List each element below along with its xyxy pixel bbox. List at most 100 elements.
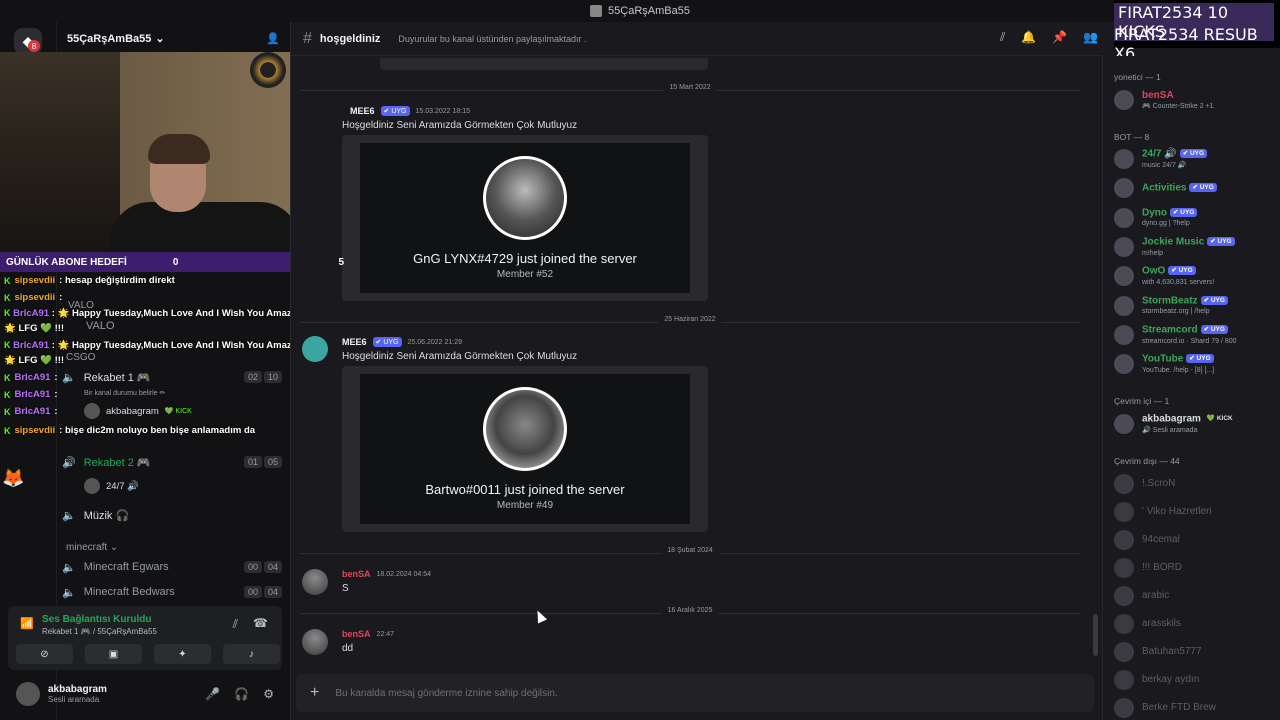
member-row[interactable]: arasskils xyxy=(1114,612,1181,636)
member-activity: m!help xyxy=(1142,249,1164,257)
mic-icon[interactable]: 🎤 xyxy=(205,687,220,701)
soundboard-button[interactable]: ♪ xyxy=(223,644,280,664)
member-row[interactable]: YouTube ✔ UYG YouTube. /help - [8] [...] xyxy=(1114,352,1214,376)
camera-button[interactable]: ⊘ xyxy=(16,644,73,664)
message-author[interactable]: benSA xyxy=(342,569,371,579)
chat-username: BrIcA91 xyxy=(14,372,51,383)
app-tag: ✔ UYG xyxy=(380,106,410,116)
category-minecraft[interactable]: minecraft ⌄ xyxy=(66,542,118,553)
message-author[interactable]: MEE6 xyxy=(350,106,375,116)
settings-gear-icon[interactable]: ⚙ xyxy=(263,687,274,701)
member-row[interactable]: OwO ✔ UYG with 4,630,831 servers! xyxy=(1114,264,1214,288)
section-offline: Çevrim dışı — 44 xyxy=(1114,456,1180,466)
speaker-icon: 🔈 xyxy=(62,509,76,522)
channel-status[interactable]: Bir kanal durumu belirle ✏ xyxy=(84,384,165,402)
user-avatar[interactable] xyxy=(16,682,40,706)
goal-current: 0 xyxy=(172,256,179,268)
members-icon[interactable]: 👥 xyxy=(1083,30,1098,45)
activities-button[interactable]: ✦ xyxy=(154,644,211,664)
member-row[interactable]: 24/7 🔊 ✔ UYG music 24/7 🔊 xyxy=(1114,147,1208,171)
member-tag: ✔ UYG xyxy=(1189,182,1217,192)
user-status: Sesli aramada xyxy=(48,695,100,704)
user-avatar[interactable] xyxy=(302,569,328,595)
voice-connection-panel: 📶 Ses Bağlantısı Kuruldu Rekabet 1 🎮 / 5… xyxy=(8,606,282,670)
message-timestamp: 18.02.2024 04:54 xyxy=(376,570,432,578)
member-avatar xyxy=(1114,149,1134,169)
channel-valo[interactable]: VALO xyxy=(86,320,115,332)
headphones-icon[interactable]: 🎧 xyxy=(234,687,249,701)
voice-channel-rekabet2[interactable]: 🔊 Rekabet 2 🎮 01 05 xyxy=(62,451,282,473)
member-avatar-image xyxy=(483,156,567,240)
member-row[interactable]: Jockie Music ✔ UYG m!help xyxy=(1114,235,1235,259)
category-csgo[interactable]: CSGO xyxy=(66,352,95,363)
member-name: YouTube ✔ UYG xyxy=(1142,353,1214,366)
channel-name: Müzik 🎧 xyxy=(83,509,130,522)
user-count: 00 xyxy=(243,586,262,598)
overlay-chat-line: Ksipsevdii : xyxy=(0,289,62,306)
pin-icon[interactable]: 📌 xyxy=(1052,30,1067,45)
member-row[interactable]: arabic xyxy=(1114,584,1169,608)
date-label: 16 Aralık 2025 xyxy=(661,607,719,614)
plus-icon[interactable]: + xyxy=(310,684,319,702)
disconnect-icon[interactable]: ☎ xyxy=(253,616,268,630)
member-name: arasskils xyxy=(1142,618,1181,629)
member-row[interactable]: Dyno ✔ UYG dyno.gg | ?help xyxy=(1114,206,1198,230)
category-valo[interactable]: VALO xyxy=(68,300,94,311)
join-title: Bartwo#0011 just joined the server xyxy=(425,482,625,497)
member-row[interactable]: berkay aydın xyxy=(1114,668,1199,692)
voice-status-title[interactable]: Ses Bağlantısı Kuruldu xyxy=(42,614,151,625)
member-activity: music 24/7 🔊 xyxy=(1142,161,1187,169)
overlay-chat-line: K BrIcA91 : xyxy=(0,386,58,403)
member-row[interactable]: 94cemal xyxy=(1114,528,1180,552)
member-row[interactable]: Batuhan5777 xyxy=(1114,640,1202,664)
notification-badge: 8 xyxy=(28,40,40,52)
bell-icon[interactable]: 🔔 xyxy=(1021,30,1036,45)
server-header[interactable]: 55ÇaRşAmBa55 ⌄ 👤 xyxy=(57,22,290,56)
kick-icon: K xyxy=(4,308,11,318)
voice-status-sub[interactable]: Rekabet 1 🎮 / 55ÇaRşAmBa55 xyxy=(42,627,157,636)
member-row[interactable]: akbabagram 💚 KICK 🔊 Sesli aramada xyxy=(1114,412,1236,436)
voice-channel-mc-egwars[interactable]: 🔈 Minecraft Egwars 00 04 xyxy=(62,556,282,578)
speaker-icon: 🔈 xyxy=(62,586,76,599)
member-row[interactable]: Activities ✔ UYG xyxy=(1114,176,1217,200)
message-author[interactable]: MEE6 xyxy=(342,337,367,347)
overlay-chat-line: K BrIcA91 : xyxy=(0,369,58,386)
overlay-chat-line: Ksipsevdii : bişe dic2m noluyo ben bişe … xyxy=(0,422,255,439)
message-text: dd xyxy=(342,643,354,654)
member-row[interactable]: StormBeatz ✔ UYG stormbeatz.org | /help xyxy=(1114,294,1228,318)
voice-channel-muzik[interactable]: 🔈 Müzik 🎧 xyxy=(62,504,282,526)
member-name: berkay aydın xyxy=(1142,674,1200,685)
section-admin: yonetici — 1 xyxy=(1114,72,1161,82)
member-row[interactable]: Berke FTD Brew xyxy=(1114,696,1216,720)
screen-share-button[interactable]: ▣ xyxy=(85,644,142,664)
member-activity: dyno.gg | ?help xyxy=(1142,220,1190,228)
voice-user-akbabagram[interactable]: akbabagram 💚 KICK xyxy=(84,402,192,420)
noise-suppression-icon[interactable]: ⫽ xyxy=(233,617,238,632)
user-avatar[interactable] xyxy=(302,629,328,655)
member-avatar xyxy=(1114,614,1134,634)
member-avatar xyxy=(1114,90,1134,110)
chat-scrollbar[interactable] xyxy=(1093,614,1098,656)
signal-icon: 📶 xyxy=(20,618,34,630)
member-row[interactable]: benSA 🎮 Counter-Strike 2 +1 xyxy=(1114,88,1214,112)
voice-user-247[interactable]: 24/7 🔊 xyxy=(84,477,139,495)
member-row[interactable]: !.ScroN xyxy=(1114,472,1175,496)
invite-icon[interactable]: 👤 xyxy=(266,32,280,45)
user-count: 02 xyxy=(243,371,262,383)
message-author[interactable]: benSA xyxy=(342,629,371,639)
bot-avatar[interactable] xyxy=(302,336,328,362)
kick-tag: 💚 KICK xyxy=(164,408,192,415)
member-tag: ✔ UYG xyxy=(1207,237,1235,247)
previous-embed-card xyxy=(380,58,708,70)
hash-icon: # xyxy=(303,29,312,47)
member-row[interactable]: Streamcord ✔ UYG streamcord.io · Shard 79 … xyxy=(1114,323,1237,347)
threads-icon[interactable]: ⫽ xyxy=(1000,30,1005,45)
member-row[interactable]: ' Viko Hazretleri xyxy=(1114,500,1212,524)
member-name: Streamcord ✔ UYG xyxy=(1142,324,1237,337)
channel-topic[interactable]: Duyurular bu kanal üstünden paylaşılmakt… xyxy=(398,34,586,44)
member-row[interactable]: !!! BORD xyxy=(1114,556,1182,580)
voice-channel-mc-bedwars[interactable]: 🔈 Minecraft Bedwars 00 04 xyxy=(62,581,282,603)
message-composer[interactable]: + Bu kanalda mesaj gönderme iznine sahip… xyxy=(296,674,1094,712)
member-tag: ✔ UYG xyxy=(1186,354,1214,364)
member-avatar xyxy=(1114,586,1134,606)
